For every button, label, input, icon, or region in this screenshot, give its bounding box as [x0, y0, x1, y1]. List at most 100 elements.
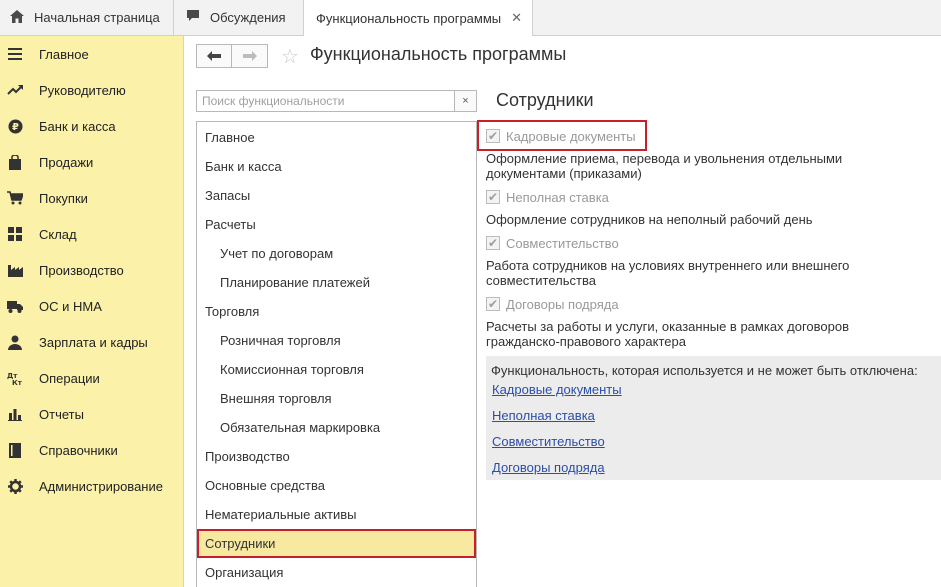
- close-icon[interactable]: ✕: [511, 10, 522, 26]
- link-combination[interactable]: Совместительство: [492, 434, 605, 449]
- list-item[interactable]: Комиссионная торговля: [197, 355, 476, 384]
- list-item[interactable]: Обязательная маркировка: [197, 413, 476, 442]
- gear-icon: [7, 478, 23, 494]
- clear-search-button[interactable]: ×: [454, 90, 477, 112]
- option-description: Расчеты за работы и услуги, оказанные в …: [486, 319, 850, 349]
- sidebar-item-manager[interactable]: Руководителю: [0, 72, 184, 108]
- link-part-time[interactable]: Неполная ставка: [492, 408, 595, 423]
- sidebar-item-label: Банк и касса: [39, 118, 116, 134]
- list-item[interactable]: Нематериальные активы: [197, 500, 476, 529]
- list-item[interactable]: Расчеты: [197, 210, 476, 239]
- list-item[interactable]: Учет по договорам: [197, 239, 476, 268]
- list-item[interactable]: Банк и касса: [197, 152, 476, 181]
- sidebar-item-admin[interactable]: Администрирование: [0, 468, 184, 504]
- section-label: Розничная торговля: [220, 333, 341, 348]
- list-item[interactable]: Розничная торговля: [197, 326, 476, 355]
- sidebar-item-purchases[interactable]: Покупки: [0, 180, 184, 216]
- sidebar-item-bank[interactable]: ₽ Банк и касса: [0, 108, 184, 144]
- bag-icon: [7, 154, 23, 170]
- arrow-right-icon: [242, 49, 257, 64]
- sidebar: Главное Руководителю ₽ Банк и касса Прод…: [0, 36, 184, 587]
- tab-home-label: Начальная страница: [34, 10, 160, 25]
- list-item[interactable]: Производство: [197, 442, 476, 471]
- checkbox-checked-icon[interactable]: ✔: [486, 297, 500, 311]
- sidebar-item-label: Отчеты: [39, 406, 84, 422]
- checkbox-checked-icon[interactable]: ✔: [486, 129, 500, 143]
- list-item[interactable]: Запасы: [197, 181, 476, 210]
- list-item[interactable]: Торговля: [197, 297, 476, 326]
- section-label: Нематериальные активы: [205, 507, 357, 522]
- option-contracts[interactable]: ✔ Договоры подряда: [486, 293, 619, 315]
- list-item[interactable]: Внешняя торговля: [197, 384, 476, 413]
- option-label: Неполная ставка: [506, 189, 609, 205]
- section-title: Сотрудники: [496, 90, 594, 110]
- bar-chart-icon: [7, 406, 23, 422]
- sidebar-item-operations[interactable]: Дт Кт Операции: [0, 360, 184, 396]
- factory-icon: [7, 262, 23, 278]
- info-title: Функциональность, которая используется и…: [491, 363, 918, 378]
- sidebar-item-label: Операции: [39, 370, 100, 386]
- section-label: Производство: [205, 449, 290, 464]
- sidebar-item-assets[interactable]: ОС и НМА: [0, 288, 184, 324]
- sidebar-item-reports[interactable]: Отчеты: [0, 396, 184, 432]
- list-item[interactable]: Главное: [197, 123, 476, 152]
- section-label: Обязательная маркировка: [220, 420, 381, 435]
- truck-icon: [7, 298, 23, 314]
- section-label: Главное: [205, 130, 255, 145]
- tab-functionality[interactable]: Функциональность программы ✕: [304, 0, 534, 37]
- sidebar-item-main[interactable]: Главное: [0, 36, 184, 72]
- history-navigation: [196, 44, 268, 68]
- svg-text:Кт: Кт: [12, 379, 23, 386]
- option-label: Договоры подряда: [506, 296, 619, 312]
- section-label: Учет по договорам: [220, 246, 334, 261]
- list-item[interactable]: Основные средства: [197, 471, 476, 500]
- sections-list: Главное Банк и касса Запасы Расчеты Учет…: [196, 121, 477, 587]
- info-panel: Функциональность, которая используется и…: [486, 356, 941, 480]
- option-label: Кадровые документы: [506, 128, 636, 144]
- grid-icon: [7, 226, 23, 242]
- dt-kt-icon: Дт Кт: [7, 370, 23, 386]
- search-input[interactable]: [196, 90, 455, 112]
- clear-icon: ×: [462, 95, 469, 107]
- sidebar-item-production[interactable]: Производство: [0, 252, 184, 288]
- ruble-icon: ₽: [7, 118, 23, 134]
- section-label: Сотрудники: [205, 536, 276, 551]
- option-hr-documents[interactable]: ✔ Кадровые документы: [486, 125, 636, 147]
- checkbox-checked-icon[interactable]: ✔: [486, 236, 500, 250]
- section-label: Планирование платежей: [220, 275, 370, 290]
- option-part-time[interactable]: ✔ Неполная ставка: [486, 186, 609, 208]
- sidebar-item-label: Склад: [39, 226, 77, 242]
- cart-icon: [7, 190, 23, 206]
- book-icon: [7, 442, 23, 458]
- option-description: Работа сотрудников на условиях внутренне…: [486, 258, 850, 288]
- option-label: Совместительство: [506, 235, 619, 251]
- list-item[interactable]: Планирование платежей: [197, 268, 476, 297]
- sidebar-item-label: Руководителю: [39, 82, 126, 98]
- sidebar-item-payroll[interactable]: Зарплата и кадры: [0, 324, 184, 360]
- section-label: Основные средства: [205, 478, 325, 493]
- section-label: Комиссионная торговля: [220, 362, 364, 377]
- list-item-selected[interactable]: Сотрудники: [197, 529, 476, 558]
- tab-discussions[interactable]: Обсуждения: [174, 0, 304, 35]
- sidebar-item-label: Справочники: [39, 442, 118, 458]
- sidebar-item-references[interactable]: Справочники: [0, 432, 184, 468]
- tab-bar: Начальная страница Обсуждения Функционал…: [0, 0, 941, 37]
- sidebar-item-warehouse[interactable]: Склад: [0, 216, 184, 252]
- forward-button[interactable]: [232, 44, 268, 68]
- sidebar-item-label: Производство: [39, 262, 124, 278]
- sidebar-item-sales[interactable]: Продажи: [0, 144, 184, 180]
- link-hr-documents[interactable]: Кадровые документы: [492, 382, 622, 397]
- section-label: Банк и касса: [205, 159, 282, 174]
- sidebar-item-label: Покупки: [39, 190, 88, 206]
- link-contracts[interactable]: Договоры подряда: [492, 460, 605, 475]
- section-label: Организация: [205, 565, 284, 580]
- svg-text:₽: ₽: [12, 122, 19, 133]
- option-combination[interactable]: ✔ Совместительство: [486, 232, 619, 254]
- sidebar-item-label: ОС и НМА: [39, 298, 102, 314]
- checkbox-checked-icon[interactable]: ✔: [486, 190, 500, 204]
- list-item[interactable]: Организация: [197, 558, 476, 587]
- tab-home[interactable]: Начальная страница: [0, 0, 174, 35]
- option-description: Оформление приема, перевода и увольнения…: [486, 151, 843, 181]
- back-button[interactable]: [196, 44, 232, 68]
- favorite-star-icon[interactable]: ☆: [281, 44, 299, 69]
